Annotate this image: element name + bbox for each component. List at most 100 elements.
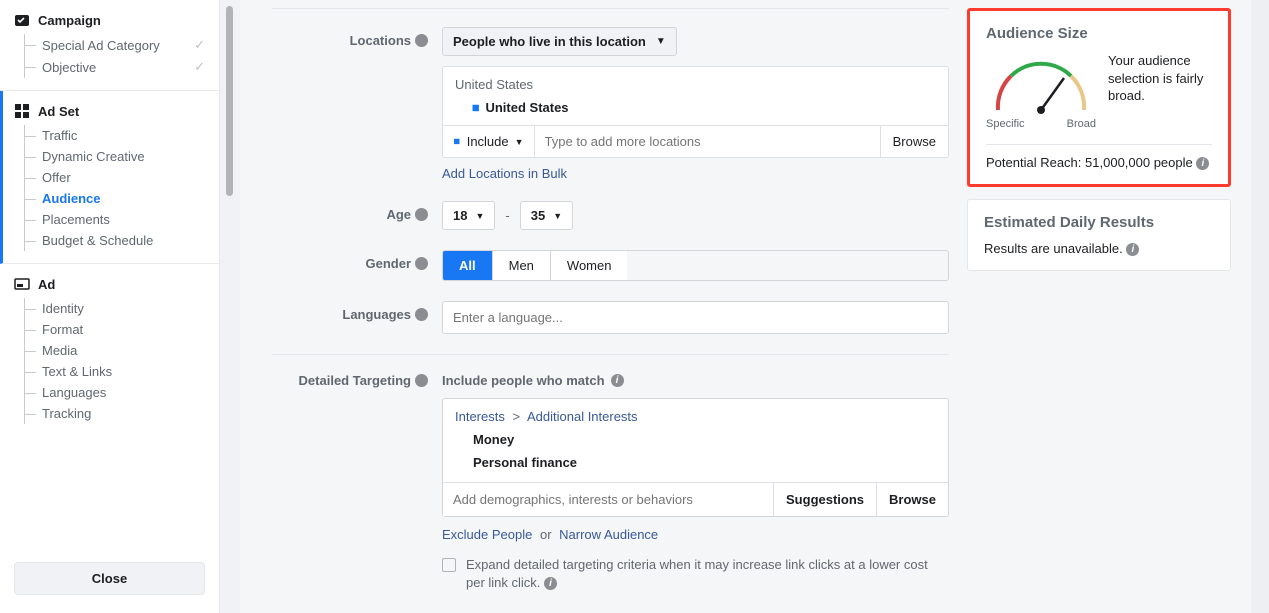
- age-dash: -: [505, 208, 509, 223]
- caret-down-icon: ▼: [515, 137, 524, 147]
- sidebar-item-audience[interactable]: Audience: [18, 188, 205, 209]
- locations-box: United States ◆ United States ◆ Include …: [442, 66, 949, 158]
- info-icon[interactable]: [415, 34, 428, 47]
- sidebar-head-adset[interactable]: Ad Set: [14, 103, 205, 119]
- info-icon[interactable]: [611, 374, 624, 387]
- sidebar-section-ad: Ad Identity Format Media Text & Links La…: [0, 264, 219, 436]
- narrow-audience-link[interactable]: Narrow Audience: [559, 527, 658, 542]
- check-icon: ✓: [194, 37, 205, 53]
- estimated-results-panel: Estimated Daily Results Results are unav…: [967, 199, 1231, 271]
- info-icon[interactable]: [1196, 157, 1209, 170]
- location-search-input[interactable]: [535, 126, 880, 157]
- language-input[interactable]: [442, 301, 949, 334]
- right-column: Audience Size Specific Broad Your: [949, 0, 1239, 613]
- gauge-min-label: Specific: [986, 118, 1025, 130]
- audience-gauge: Specific Broad: [986, 52, 1096, 130]
- caret-down-icon: ▼: [475, 211, 484, 221]
- page-scrollbar[interactable]: [1251, 0, 1269, 613]
- label-gender: Gender: [272, 250, 442, 271]
- left-sidebar: Campaign Special Ad Category ✓ Objective…: [0, 0, 220, 613]
- row-gender: Gender All Men Women: [272, 250, 949, 281]
- sidebar-head-ad[interactable]: Ad: [14, 276, 205, 292]
- targeting-item[interactable]: Money: [443, 428, 948, 451]
- row-languages: Languages: [272, 301, 949, 334]
- reach-label: Potential Reach:: [986, 155, 1081, 170]
- sidebar-item-dynamic-creative[interactable]: Dynamic Creative: [18, 146, 205, 167]
- info-icon[interactable]: [1126, 243, 1139, 256]
- expand-targeting-checkbox[interactable]: [442, 558, 456, 572]
- gender-option-men[interactable]: Men: [492, 251, 550, 280]
- sidebar-section-campaign: Campaign Special Ad Category ✓ Objective…: [0, 0, 219, 91]
- panel-title: Estimated Daily Results: [984, 214, 1214, 231]
- location-item[interactable]: ◆ United States: [443, 94, 948, 125]
- reach-value: 51,000,000 people: [1085, 155, 1193, 170]
- location-mode-dropdown[interactable]: People who live in this location ▼: [442, 27, 677, 56]
- label-locations: Locations: [272, 27, 442, 48]
- age-max-dropdown[interactable]: 35 ▼: [520, 201, 573, 230]
- close-button[interactable]: Close: [14, 562, 205, 595]
- info-icon[interactable]: [415, 308, 428, 321]
- location-group-header: United States: [443, 67, 948, 94]
- caret-down-icon: ▼: [553, 211, 562, 221]
- exclude-people-link[interactable]: Exclude People: [442, 527, 532, 542]
- info-icon[interactable]: [415, 374, 428, 387]
- expand-targeting-row: Expand detailed targeting criteria when …: [442, 556, 949, 592]
- row-age: Age 18 ▼ - 35 ▼: [272, 201, 949, 230]
- sidebar-item-offer[interactable]: Offer: [18, 167, 205, 188]
- targeting-item[interactable]: Personal finance: [443, 451, 948, 474]
- sidebar-head-campaign[interactable]: Campaign: [14, 12, 205, 28]
- row-detailed-targeting: Detailed Targeting Include people who ma…: [272, 373, 949, 592]
- folder-check-icon: [14, 12, 30, 28]
- sidebar-scrollbar[interactable]: [220, 0, 240, 613]
- detailed-sublabel: Include people who match: [442, 373, 605, 388]
- detailed-browse-button[interactable]: Browse: [876, 483, 948, 516]
- sidebar-item-languages[interactable]: Languages: [18, 382, 205, 403]
- gender-option-all[interactable]: All: [443, 251, 492, 280]
- breadcrumb-additional-interests[interactable]: Additional Interests: [527, 409, 638, 424]
- form-column: Locations People who live in this locati…: [272, 0, 949, 613]
- detailed-breadcrumb: Interests > Additional Interests: [443, 399, 948, 428]
- sidebar-item-text-links[interactable]: Text & Links: [18, 361, 205, 382]
- breadcrumb-interests[interactable]: Interests: [455, 409, 505, 424]
- add-locations-bulk-link[interactable]: Add Locations in Bulk: [442, 166, 567, 181]
- sidebar-item-media[interactable]: Media: [18, 340, 205, 361]
- label-age: Age: [272, 201, 442, 222]
- sidebar-head-label: Ad: [38, 277, 55, 292]
- sidebar-head-label: Ad Set: [38, 104, 79, 119]
- sidebar-item-placements[interactable]: Placements: [18, 209, 205, 230]
- detailed-targeting-box: Interests > Additional Interests Money P…: [442, 398, 949, 517]
- gender-option-women[interactable]: Women: [550, 251, 628, 280]
- detailed-search-input[interactable]: [443, 483, 773, 516]
- row-locations: Locations People who live in this locati…: [272, 27, 949, 181]
- or-text: or: [540, 527, 552, 542]
- info-icon[interactable]: [544, 577, 557, 590]
- pin-icon: ◆: [450, 135, 463, 148]
- check-icon: ✓: [194, 59, 205, 75]
- audience-message: Your audience selection is fairly broad.: [1108, 52, 1212, 105]
- sidebar-item-identity[interactable]: Identity: [18, 298, 205, 319]
- age-min-dropdown[interactable]: 18 ▼: [442, 201, 495, 230]
- sidebar-item-special-ad-category[interactable]: Special Ad Category ✓: [18, 34, 205, 56]
- scrollbar-thumb[interactable]: [226, 6, 233, 196]
- sidebar-item-tracking[interactable]: Tracking: [18, 403, 205, 424]
- sidebar-item-format[interactable]: Format: [18, 319, 205, 340]
- pin-icon: ◆: [468, 100, 483, 115]
- caret-down-icon: ▼: [656, 36, 666, 47]
- location-browse-button[interactable]: Browse: [880, 126, 948, 157]
- sidebar-item-traffic[interactable]: Traffic: [18, 125, 205, 146]
- grid-icon: [14, 103, 30, 119]
- gauge-max-label: Broad: [1067, 118, 1096, 130]
- label-detailed-targeting: Detailed Targeting: [272, 373, 442, 388]
- sidebar-item-objective[interactable]: Objective ✓: [18, 56, 205, 78]
- location-include-dropdown[interactable]: ◆ Include ▼: [443, 126, 535, 157]
- results-message: Results are unavailable.: [984, 241, 1123, 256]
- sidebar-section-adset: Ad Set Traffic Dynamic Creative Offer Au…: [0, 91, 219, 264]
- expand-targeting-text: Expand detailed targeting criteria when …: [466, 557, 928, 590]
- panel-title: Audience Size: [986, 25, 1212, 42]
- info-icon[interactable]: [415, 208, 428, 221]
- sidebar-head-label: Campaign: [38, 13, 101, 28]
- info-icon[interactable]: [415, 257, 428, 270]
- sidebar-item-budget-schedule[interactable]: Budget & Schedule: [18, 230, 205, 251]
- label-languages: Languages: [272, 301, 442, 322]
- suggestions-button[interactable]: Suggestions: [773, 483, 876, 516]
